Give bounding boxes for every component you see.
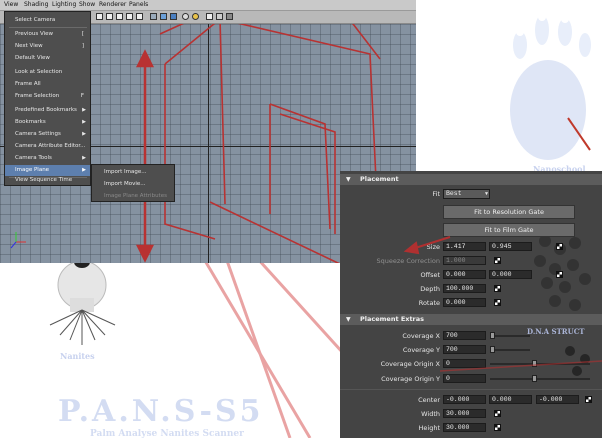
toolbar-icon-camera[interactable]: [106, 13, 113, 20]
brand-watermark: P.A.N.S-S5: [58, 394, 264, 429]
menu-item-select-camera[interactable]: Select Camera: [5, 15, 90, 26]
toolbar-icon-wireframe[interactable]: [150, 13, 157, 20]
menu-lighting[interactable]: Lighting: [52, 0, 76, 10]
menu-view[interactable]: View: [4, 0, 18, 10]
menu-item-bookmarks[interactable]: Bookmarks ▶: [5, 117, 90, 128]
toolbar-icon-resolution-gate[interactable]: [126, 13, 133, 20]
toolbar-icon-safe-action[interactable]: [136, 13, 143, 20]
menu-item-frame-selection[interactable]: Frame Selection F: [5, 91, 90, 102]
toolbar-icon-lights[interactable]: [182, 13, 189, 20]
menu-item-camera-attribute-editor[interactable]: Camera Attribute Editor...: [5, 141, 90, 152]
toolbar-icon-xray[interactable]: [216, 13, 223, 20]
menu-panels[interactable]: Panels: [129, 0, 148, 10]
menu-item-next-view[interactable]: Next View]: [5, 41, 90, 52]
menu-item-predefined-bookmarks[interactable]: Predefined Bookmarks ▶: [5, 105, 90, 116]
image-plane-submenu: Import Image... Import Movie... Image Pl…: [91, 164, 175, 202]
toolbar-icon-film-gate[interactable]: [116, 13, 123, 20]
menu-show[interactable]: Show: [79, 0, 95, 10]
menu-item-look-at-selection[interactable]: Look at Selection: [5, 67, 90, 78]
view-dropdown-menu: Select Camera Previous View[ Next View] …: [4, 11, 91, 186]
nanite-creature-left: [49, 256, 116, 345]
toolbar-icon-grid[interactable]: [96, 13, 103, 20]
origin-axis-gizmo: [10, 232, 26, 249]
menu-item-default-view[interactable]: Default View: [5, 53, 90, 64]
submenu-item-import-movie[interactable]: Import Movie...: [92, 179, 174, 190]
glowing-hand-art: [510, 13, 591, 160]
toolbar-icon-textured[interactable]: [170, 13, 177, 20]
submenu-item-import-image[interactable]: Import Image...: [92, 167, 174, 178]
toolbar-icon-shadows[interactable]: [192, 13, 199, 20]
menu-item-frame-all[interactable]: Frame All: [5, 79, 90, 90]
menu-item-view-sequence-time[interactable]: View Sequence Time: [5, 175, 90, 186]
toolbar-icon-joints[interactable]: [226, 13, 233, 20]
menu-item-camera-settings[interactable]: Camera Settings ▶: [5, 129, 90, 140]
toolbar-icon-smooth-shade[interactable]: [160, 13, 167, 20]
nanites-caption: Nanites: [60, 351, 95, 361]
viewport-menubar: View Shading Lighting Show Renderer Pane…: [0, 0, 416, 11]
toolbar-icon-isolate[interactable]: [206, 13, 213, 20]
submenu-item-image-plane-attributes: Image Plane Attributes: [104, 193, 167, 199]
menu-shading[interactable]: Shading: [24, 0, 48, 10]
menu-item-previous-view[interactable]: Previous View[: [5, 29, 90, 40]
menu-item-camera-tools[interactable]: Camera Tools ▶: [5, 153, 90, 164]
menu-renderer[interactable]: Renderer: [99, 0, 126, 10]
menu-separator: [9, 27, 87, 28]
annotation-arrow: [403, 236, 602, 372]
